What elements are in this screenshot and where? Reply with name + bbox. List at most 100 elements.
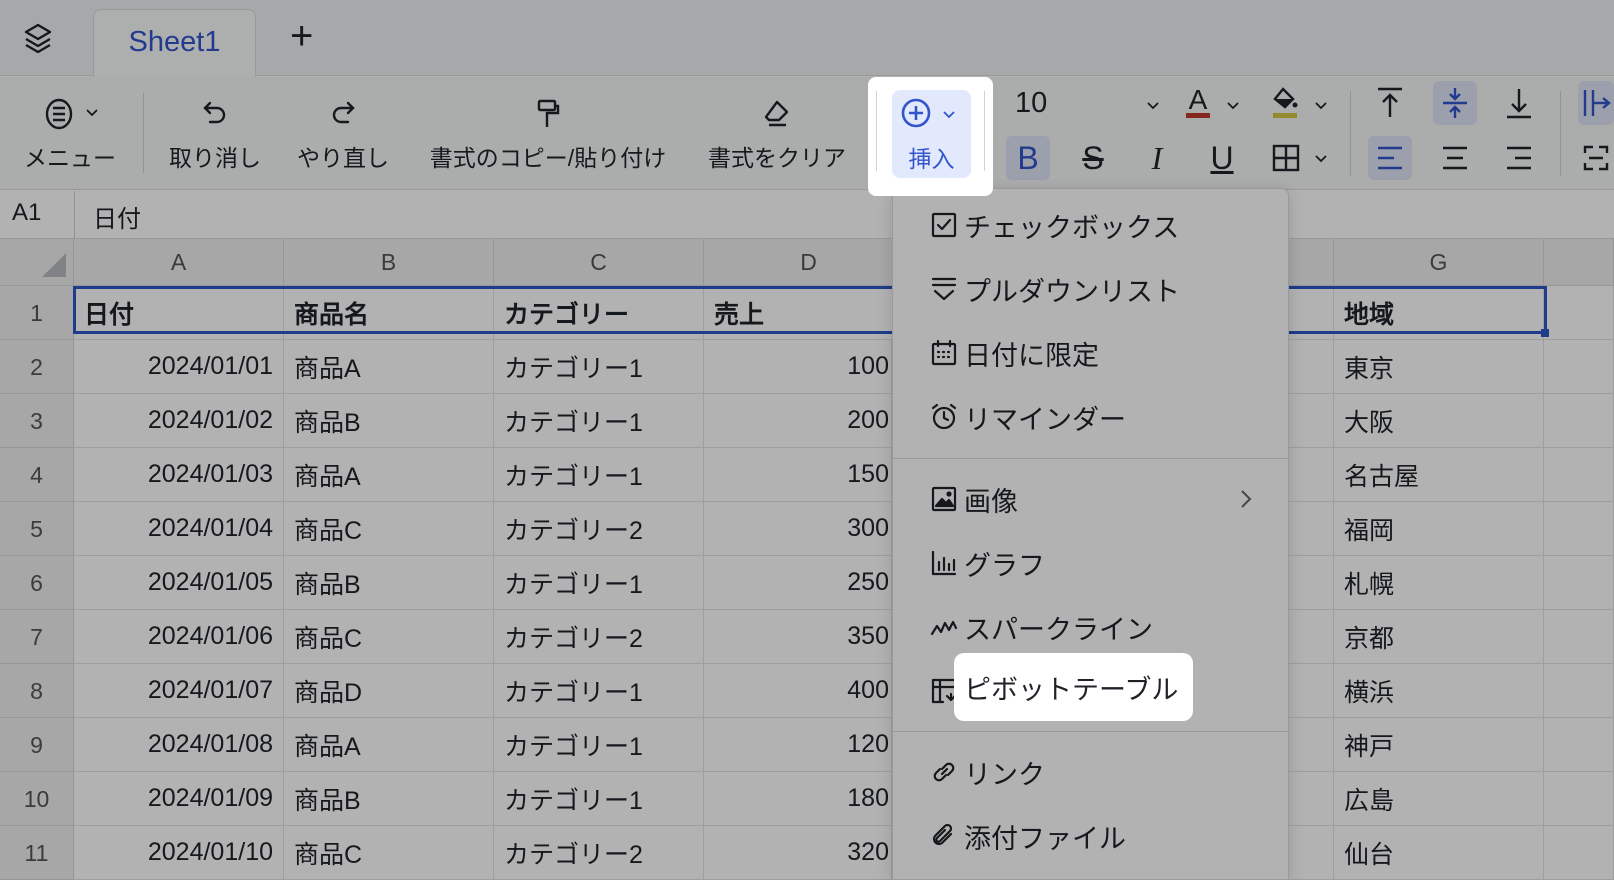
cell-c2[interactable]: カテゴリー1 xyxy=(494,340,704,394)
cell-a1[interactable]: 日付 xyxy=(74,286,284,340)
row-header[interactable]: 10 xyxy=(0,772,74,826)
align-left-icon[interactable] xyxy=(1368,136,1412,180)
cell-g4[interactable]: 名古屋 xyxy=(1334,448,1544,502)
cell-g1[interactable]: 地域 xyxy=(1334,286,1544,340)
cell-h11[interactable] xyxy=(1544,826,1614,880)
row-header[interactable]: 2 xyxy=(0,340,74,394)
align-right-icon[interactable] xyxy=(1497,136,1541,180)
menu-item-checkbox[interactable]: チェックボックス xyxy=(893,194,1288,256)
text-wrap-icon[interactable] xyxy=(1578,81,1614,125)
cell-g11[interactable]: 仙台 xyxy=(1334,826,1544,880)
menu-item-paperclip[interactable]: 添付ファイル xyxy=(893,805,1288,867)
cell-b7[interactable]: 商品C xyxy=(284,610,494,664)
cell-c5[interactable]: カテゴリー2 xyxy=(494,502,704,556)
menu-item-pivot-table-highlight[interactable]: ピボットテーブル xyxy=(954,653,1193,721)
row-header[interactable]: 3 xyxy=(0,394,74,448)
cell-b3[interactable]: 商品B xyxy=(284,394,494,448)
cell-a9[interactable]: 2024/01/08 xyxy=(74,718,284,772)
cell-b1[interactable]: 商品名 xyxy=(284,286,494,340)
row-header[interactable]: 7 xyxy=(0,610,74,664)
cell-d2[interactable]: 100 xyxy=(704,340,892,394)
row-header[interactable]: 5 xyxy=(0,502,74,556)
undo-button[interactable]: 取り消し xyxy=(160,77,270,190)
column-header-b[interactable]: B xyxy=(284,239,494,286)
cell-g6[interactable]: 札幌 xyxy=(1334,556,1544,610)
cell-h6[interactable] xyxy=(1544,556,1614,610)
align-center-icon[interactable] xyxy=(1433,136,1477,180)
cell-d1[interactable]: 売上 xyxy=(704,286,914,340)
formula-input[interactable]: 日付 xyxy=(93,199,141,234)
cell-a6[interactable]: 2024/01/05 xyxy=(74,556,284,610)
cell-a8[interactable]: 2024/01/07 xyxy=(74,664,284,718)
cell-a7[interactable]: 2024/01/06 xyxy=(74,610,284,664)
menu-item-image[interactable]: 画像 xyxy=(893,468,1288,530)
cell-d4[interactable]: 150 xyxy=(704,448,892,502)
strikethrough-button[interactable]: S xyxy=(1071,136,1115,180)
cell-a5[interactable]: 2024/01/04 xyxy=(74,502,284,556)
merge-cells-icon[interactable] xyxy=(1578,136,1614,180)
cell-g2[interactable]: 東京 xyxy=(1334,340,1544,394)
row-header[interactable]: 1 xyxy=(0,286,74,340)
cell-d7[interactable]: 350 xyxy=(704,610,892,664)
menu-item-alarm-clock[interactable]: リマインダー xyxy=(893,386,1288,448)
cell-b10[interactable]: 商品B xyxy=(284,772,494,826)
cell-d3[interactable]: 200 xyxy=(704,394,892,448)
cell-a10[interactable]: 2024/01/09 xyxy=(74,772,284,826)
cell-b9[interactable]: 商品A xyxy=(284,718,494,772)
cell-a3[interactable]: 2024/01/02 xyxy=(74,394,284,448)
cell-h5[interactable] xyxy=(1544,502,1614,556)
cell-c9[interactable]: カテゴリー1 xyxy=(494,718,704,772)
cell-h1[interactable] xyxy=(1544,286,1614,340)
cell-a4[interactable]: 2024/01/03 xyxy=(74,448,284,502)
cell-b6[interactable]: 商品B xyxy=(284,556,494,610)
row-header[interactable]: 9 xyxy=(0,718,74,772)
cell-h7[interactable] xyxy=(1544,610,1614,664)
fill-color-icon[interactable] xyxy=(1263,81,1307,125)
cell-h10[interactable] xyxy=(1544,772,1614,826)
chevron-down-icon[interactable] xyxy=(1226,99,1240,113)
cell-c10[interactable]: カテゴリー1 xyxy=(494,772,704,826)
cell-d8[interactable]: 400 xyxy=(704,664,892,718)
add-sheet-button[interactable]: + xyxy=(290,14,313,59)
cell-b2[interactable]: 商品A xyxy=(284,340,494,394)
underline-button[interactable]: U xyxy=(1200,136,1244,180)
clear-format-button[interactable]: 書式をクリア xyxy=(700,77,854,190)
cell-c11[interactable]: カテゴリー2 xyxy=(494,826,704,880)
bold-button[interactable]: B xyxy=(1006,136,1050,180)
chevron-down-icon[interactable] xyxy=(1314,99,1328,113)
cell-b11[interactable]: 商品C xyxy=(284,826,494,880)
cell-c4[interactable]: カテゴリー1 xyxy=(494,448,704,502)
cell-g5[interactable]: 福岡 xyxy=(1334,502,1544,556)
cell-b8[interactable]: 商品D xyxy=(284,664,494,718)
row-header[interactable]: 4 xyxy=(0,448,74,502)
cell-c1[interactable]: カテゴリー xyxy=(494,286,704,340)
cell-h3[interactable] xyxy=(1544,394,1614,448)
font-size-select[interactable]: 10 xyxy=(1015,87,1047,120)
menu-item-link[interactable]: リンク xyxy=(893,741,1288,803)
cell-a2[interactable]: 2024/01/01 xyxy=(74,340,284,394)
menu-button[interactable]: メニュー xyxy=(15,77,125,190)
cell-d9[interactable]: 120 xyxy=(704,718,892,772)
cell-c7[interactable]: カテゴリー2 xyxy=(494,610,704,664)
align-top-icon[interactable] xyxy=(1368,81,1412,125)
cell-reference[interactable]: A1 xyxy=(12,199,41,227)
cell-g7[interactable]: 京都 xyxy=(1334,610,1544,664)
column-header-d[interactable]: D xyxy=(704,239,914,286)
row-header[interactable]: 8 xyxy=(0,664,74,718)
tab-sheet1[interactable]: Sheet1 xyxy=(93,9,256,77)
column-header-c[interactable]: C xyxy=(494,239,704,286)
column-header-g[interactable]: G xyxy=(1334,239,1544,286)
cell-d5[interactable]: 300 xyxy=(704,502,892,556)
cell-c6[interactable]: カテゴリー1 xyxy=(494,556,704,610)
insert-button[interactable]: 挿入 xyxy=(892,90,971,178)
cell-h2[interactable] xyxy=(1544,340,1614,394)
menu-item-dropdown-list[interactable]: プルダウンリスト xyxy=(893,258,1288,320)
cell-b4[interactable]: 商品A xyxy=(284,448,494,502)
cell-g8[interactable]: 横浜 xyxy=(1334,664,1544,718)
cell-c3[interactable]: カテゴリー1 xyxy=(494,394,704,448)
align-bottom-icon[interactable] xyxy=(1497,81,1541,125)
cell-b5[interactable]: 商品C xyxy=(284,502,494,556)
cell-g10[interactable]: 広島 xyxy=(1334,772,1544,826)
chevron-down-icon[interactable] xyxy=(1146,99,1160,113)
column-header-h[interactable] xyxy=(1544,239,1614,286)
